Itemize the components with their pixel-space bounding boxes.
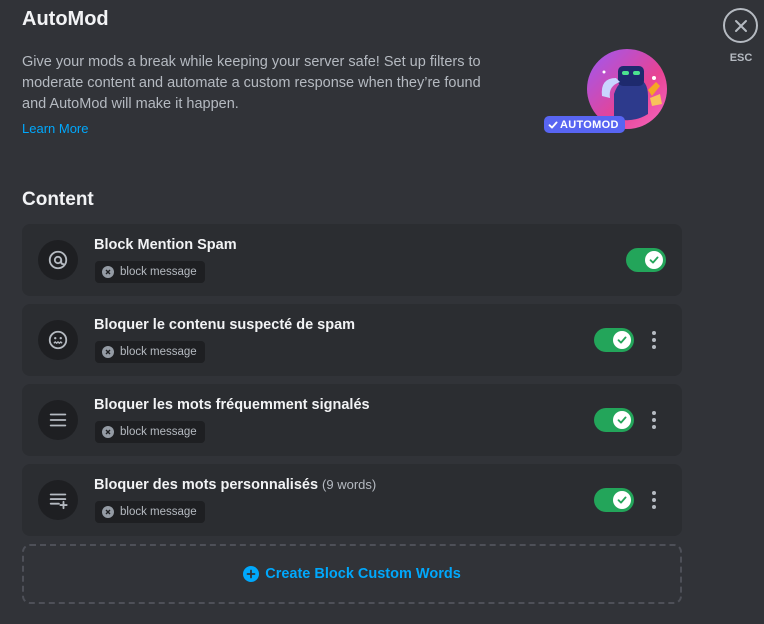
action-chip: block message	[95, 341, 205, 363]
checkmark-icon	[548, 121, 558, 128]
automod-settings-page: AutoMod Give your mods a break while kee…	[0, 0, 764, 624]
page-description: Give your mods a break while keeping you…	[22, 54, 481, 112]
create-block-custom-words-button[interactable]: Create Block Custom Words	[22, 544, 682, 604]
toggle-knob	[613, 331, 631, 349]
action-chip: block message	[95, 501, 205, 523]
section-title: Content	[22, 189, 94, 210]
rule-title: Block Mention Spam	[94, 237, 237, 253]
rule-card-flagged-words[interactable]: Bloquer les mots fréquemment signalés bl…	[22, 384, 682, 456]
rule-toggle[interactable]	[594, 488, 634, 512]
block-x-icon	[102, 346, 114, 358]
list-lines-icon	[49, 413, 67, 427]
more-options-button[interactable]	[646, 328, 662, 352]
rule-toggle[interactable]	[626, 248, 666, 272]
rule-card-custom-words[interactable]: Bloquer des mots personnalisés (9 words)…	[22, 464, 682, 536]
rule-icon-container	[38, 400, 78, 440]
toggle-check-icon	[617, 416, 627, 424]
toggle-check-icon	[617, 336, 627, 344]
create-button-label: Create Block Custom Words	[265, 566, 461, 582]
close-button[interactable]	[723, 8, 758, 43]
toggle-knob	[613, 411, 631, 429]
page-title: AutoMod	[22, 8, 109, 30]
rule-name: Bloquer le contenu suspecté de spam	[94, 317, 355, 333]
action-chip: block message	[95, 261, 205, 283]
rule-toggle[interactable]	[594, 408, 634, 432]
action-chip-label: block message	[120, 426, 197, 438]
block-x-icon	[102, 426, 114, 438]
rule-name: Block Mention Spam	[94, 237, 237, 253]
rule-icon-container	[38, 320, 78, 360]
rule-name: Bloquer des mots personnalisés (9 words)	[94, 477, 376, 493]
rule-name: Bloquer les mots fréquemment signalés	[94, 397, 370, 413]
toggle-check-icon	[649, 256, 659, 264]
more-options-button[interactable]	[646, 488, 662, 512]
toggle-knob	[613, 491, 631, 509]
learn-more-link[interactable]: Learn More	[22, 121, 88, 136]
action-chip-label: block message	[120, 506, 197, 518]
more-options-button[interactable]	[646, 408, 662, 432]
rule-card-suspected-spam[interactable]: Bloquer le contenu suspecté de spam bloc…	[22, 304, 682, 376]
rule-icon-container	[38, 480, 78, 520]
plus-circle-icon	[243, 566, 260, 582]
rule-word-count: (9 words)	[322, 477, 377, 492]
automod-badge-label: AUTOMOD	[560, 118, 619, 131]
action-chip: block message	[95, 421, 205, 443]
rule-icon-container	[38, 240, 78, 280]
rule-card-block-mention-spam[interactable]: Block Mention Spam block message	[22, 224, 682, 296]
toggle-check-icon	[617, 496, 627, 504]
close-icon	[734, 19, 747, 32]
rule-title: Bloquer les mots fréquemment signalés	[94, 397, 370, 413]
action-chip-label: block message	[120, 346, 197, 358]
rule-toggle[interactable]	[594, 328, 634, 352]
toggle-knob	[645, 251, 663, 269]
at-sign-icon	[48, 250, 68, 270]
rule-title: Bloquer le contenu suspecté de spam	[94, 317, 356, 333]
esc-label: ESC	[729, 52, 753, 64]
automod-badge: AUTOMOD	[544, 116, 625, 133]
list-add-icon	[49, 493, 68, 510]
block-x-icon	[102, 266, 114, 278]
rule-title: Bloquer des mots personnalisés	[94, 477, 319, 493]
block-x-icon	[102, 506, 114, 518]
automod-hero-illustration: AUTOMOD	[544, 48, 674, 134]
action-chip-label: block message	[120, 266, 197, 278]
spam-face-icon	[48, 330, 68, 350]
